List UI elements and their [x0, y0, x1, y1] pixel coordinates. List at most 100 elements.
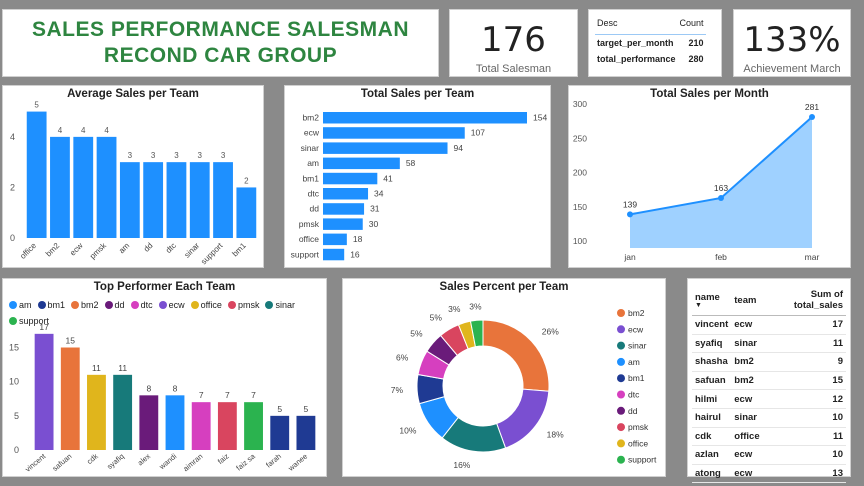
table-row[interactable]: azlan ecw 10	[692, 445, 846, 465]
y-tick-label: 0	[14, 445, 19, 455]
y-tick-label: 150	[573, 202, 587, 212]
bar	[191, 402, 211, 450]
legend-label: am	[628, 357, 640, 367]
bar	[143, 162, 164, 238]
legend-label: dtc	[628, 390, 640, 400]
y-tick-label: ecw	[304, 128, 320, 138]
x-tick-label: safuan	[51, 452, 74, 473]
table-row[interactable]: syafiq sinar 11	[692, 334, 846, 354]
sum-cell: 11	[762, 334, 846, 354]
team-cell: ecw	[731, 445, 763, 465]
team-cell: sinar	[731, 408, 763, 428]
x-tick-label: mar	[805, 252, 820, 262]
legend-dot-icon	[617, 374, 625, 383]
name-cell: cdk	[692, 427, 732, 447]
team-cell: ecw	[731, 315, 763, 335]
sum-cell: 10	[762, 445, 846, 465]
table-row[interactable]: cdk office 11	[692, 427, 846, 447]
y-tick-label: dd	[310, 204, 320, 214]
y-tick-label: 4	[10, 132, 15, 142]
bar	[60, 347, 80, 450]
table-row[interactable]: shasha bm2 9	[692, 352, 846, 372]
avg-sales-chart: 0 2 4 5 office 4 bm2 4 ecw 4 pmsk 3 am 3 dd 3 dtc 3 sinar 3…	[10, 101, 257, 267]
avg-sales-panel: Average Sales per Team 0 2 4 5 office 4 bm2 4 ec…	[2, 85, 264, 268]
desc-table-panel: Desc Count target_per_month 210 total_pe…	[588, 9, 722, 77]
data-label: 4	[81, 126, 86, 135]
bar	[323, 203, 365, 215]
data-label: 8	[146, 383, 151, 393]
data-label: 11	[118, 363, 127, 373]
legend-label: office	[628, 438, 648, 448]
bar	[296, 415, 316, 450]
table-row[interactable]: atong ecw 13	[692, 464, 846, 484]
x-tick-label: bm1	[230, 241, 248, 259]
bar	[189, 162, 210, 238]
top-performer-chart: 0 5 10 15 17 vincent 15 safuan 11 cdk 11 syafiq 8 ale…	[9, 322, 316, 474]
name-cell: hilmi	[692, 389, 732, 409]
y-tick-label: am	[307, 158, 319, 168]
table-row[interactable]: vincent ecw 17	[692, 315, 846, 335]
data-label: 17	[39, 322, 49, 332]
data-label: 5	[277, 404, 282, 414]
bar	[166, 162, 187, 238]
table-row[interactable]: safuan bm2 15	[692, 371, 846, 391]
legend-label: sinar	[628, 341, 647, 351]
header-team[interactable]: team	[731, 283, 763, 316]
pie-slice	[482, 319, 550, 392]
y-tick-label: 100	[573, 236, 587, 246]
legend-label: bm2	[628, 308, 645, 318]
kpi-achievement: 133% Achievement March	[733, 9, 851, 77]
sum-cell: 13	[762, 464, 846, 484]
data-label: 94	[454, 143, 464, 153]
x-tick-label: wandi	[157, 451, 179, 471]
y-tick-label: pmsk	[299, 219, 320, 229]
y-tick-label: 5	[14, 411, 19, 421]
data-label: 154	[533, 113, 547, 123]
bar	[323, 112, 527, 124]
data-label: 3	[151, 151, 156, 160]
y-tick-label: office	[299, 234, 319, 244]
sum-cell: 9	[762, 352, 846, 372]
sum-cell: 11	[762, 427, 846, 447]
kpi-achievement-value: 133%	[743, 20, 841, 60]
bar	[217, 402, 237, 450]
y-tick-label: 250	[573, 133, 587, 143]
sum-cell: 15	[762, 371, 846, 391]
bar	[213, 162, 233, 238]
data-label: 7	[225, 390, 230, 400]
slice-label: 5%	[430, 312, 443, 322]
bar	[270, 415, 290, 450]
legend-label: dd	[628, 406, 638, 416]
legend-label: support	[628, 455, 657, 465]
y-tick-label: 10	[9, 377, 19, 387]
table-row[interactable]: hilmi ecw 12	[692, 389, 846, 409]
data-label: 15	[66, 336, 76, 346]
data-label: 3	[174, 151, 179, 160]
header-panel: SALES PERFORMANCE SALESMAN RECOND CAR GR…	[2, 9, 439, 77]
data-label: 281	[805, 102, 819, 112]
x-tick-label: support	[199, 241, 225, 267]
data-label: 41	[383, 173, 393, 183]
legend-dot-icon	[617, 357, 625, 366]
pie-panel: Sales Percent per Team 26% 18% 16% 10% 7% 6% 5…	[342, 278, 666, 477]
header-name[interactable]: name ▼	[692, 283, 732, 316]
name-cell: atong	[692, 464, 732, 484]
data-label: 163	[714, 183, 728, 193]
bar	[323, 172, 378, 185]
table-row[interactable]: hairul sinar 10	[692, 408, 846, 428]
sort-down-icon: ▼	[695, 302, 702, 309]
data-label: 3	[198, 151, 203, 160]
slice-label: 3%	[469, 301, 482, 311]
team-cell: office	[731, 427, 763, 447]
x-tick-label: farah	[264, 452, 283, 470]
header-sum[interactable]: Sum of total_sales	[762, 283, 846, 316]
x-tick-label: ecw	[68, 241, 85, 258]
team-cell: ecw	[731, 464, 763, 484]
desc-header-count: Count	[679, 18, 704, 28]
data-label: 7	[199, 390, 204, 400]
data-label: 58	[406, 158, 416, 168]
x-tick-label: jan	[623, 252, 636, 262]
desc-header-desc: Desc	[597, 18, 618, 28]
bar	[87, 374, 106, 450]
name-cell: vincent	[692, 315, 732, 335]
